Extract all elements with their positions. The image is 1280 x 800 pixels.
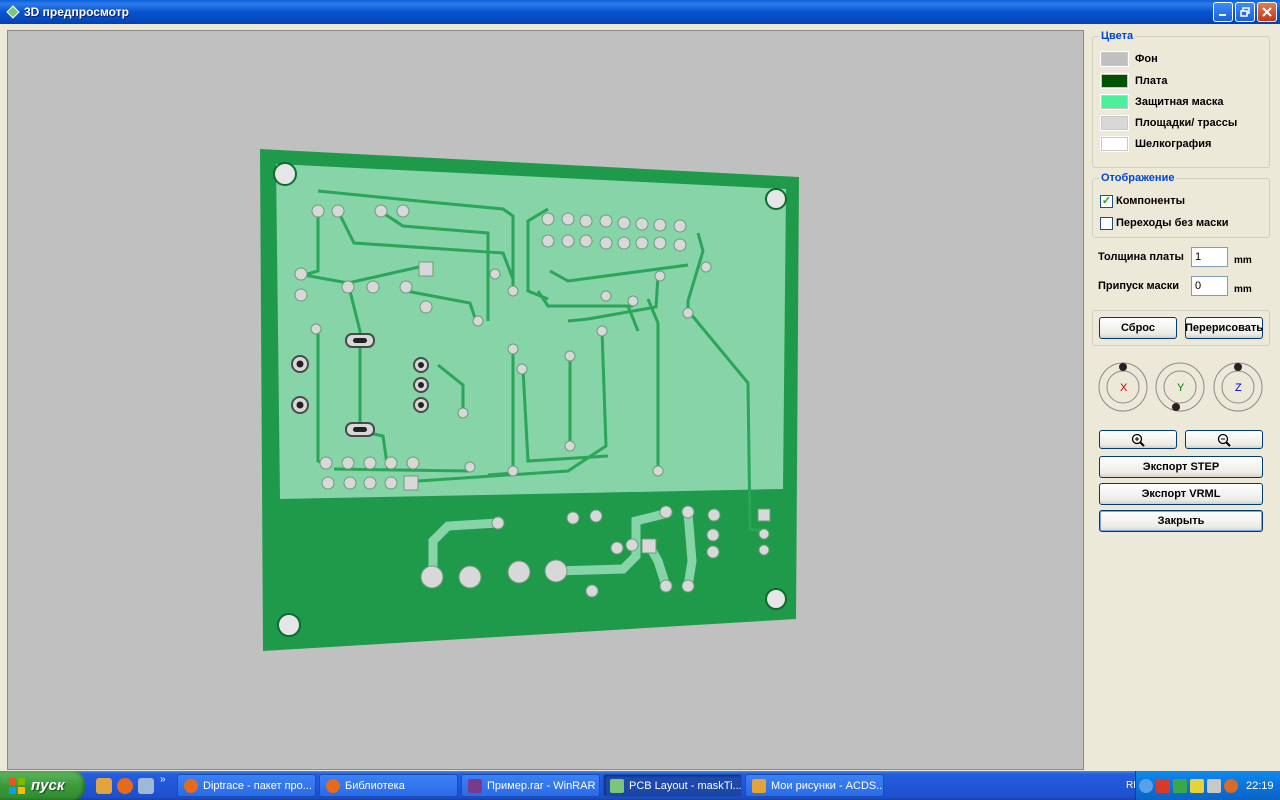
mask-clearance-row: Припуск маски mm [1098, 275, 1252, 297]
axis-y-label: Y [1177, 382, 1185, 394]
colors-group-title: Цвета [1099, 30, 1136, 42]
winrar-icon [468, 778, 482, 793]
swatch-label: Площадки/ трассы [1135, 117, 1238, 129]
swatch-silkscreen[interactable] [1100, 136, 1129, 152]
tray-arrow-icon[interactable] [1139, 778, 1153, 793]
export-step-button[interactable]: Экспорт STEP [1099, 456, 1263, 478]
taskbar: пуск » Diptrace - пакет про... Библиотек… [0, 771, 1280, 800]
tray-volume-icon[interactable] [1207, 778, 1221, 793]
axis-z-label: Z [1235, 382, 1242, 394]
minimize-icon [1219, 14, 1226, 16]
vias-checkbox[interactable] [1100, 216, 1113, 230]
tray-app-icon[interactable] [1173, 778, 1187, 793]
start-button[interactable]: пуск [0, 771, 85, 800]
display-group-title: Отображение [1099, 172, 1177, 184]
axis-x-label: X [1120, 382, 1128, 394]
tray-shield-icon[interactable] [1190, 778, 1204, 793]
task-button[interactable]: Библиотека [319, 774, 458, 797]
colors-group: Цвета Фон Плата Защитная маска Площадки/… [1092, 30, 1270, 168]
quicklaunch-app-icon[interactable] [138, 778, 154, 794]
task-label: Мои рисунки - ACDS... [771, 779, 884, 792]
swatch-label: Фон [1135, 53, 1158, 65]
restore-icon [1240, 7, 1250, 17]
reset-button[interactable]: Сброс [1099, 317, 1177, 339]
redraw-button[interactable]: Перерисовать [1185, 317, 1263, 339]
maximize-button[interactable] [1235, 2, 1255, 22]
vias-checkbox-row[interactable]: Переходы без маски [1100, 216, 1229, 230]
close-icon [1262, 7, 1272, 17]
quicklaunch-acdsee-icon[interactable] [96, 778, 112, 794]
tray-network-icon[interactable] [1156, 778, 1170, 793]
swatch-background[interactable] [1100, 51, 1129, 67]
task-label: Пример.rar - WinRAR [487, 779, 596, 792]
acdsee-icon [752, 778, 766, 793]
board-thickness-input[interactable] [1191, 247, 1228, 267]
windows-logo-icon [9, 777, 25, 794]
color-row-board[interactable]: Плата [1100, 73, 1168, 89]
color-row-pads-traces[interactable]: Площадки/ трассы [1100, 115, 1237, 131]
clock: 22:19 [1246, 779, 1274, 792]
swatch-label: Защитная маска [1135, 96, 1224, 108]
start-label: пуск [31, 777, 65, 794]
swatch-pads-traces[interactable] [1100, 115, 1129, 131]
window-title: 3D предпросмотр [24, 5, 129, 19]
task-label: Библиотека [345, 779, 405, 792]
task-button-active[interactable]: PCB Layout - maskTi... [603, 774, 742, 797]
app-icon [6, 5, 20, 19]
firefox-icon [184, 778, 198, 793]
properties-panel: Цвета Фон Плата Защитная маска Площадки/… [1090, 28, 1276, 770]
swatch-solder-mask[interactable] [1100, 94, 1129, 110]
zoom-out-button[interactable] [1185, 430, 1263, 449]
vias-label: Переходы без маски [1116, 217, 1229, 229]
swatch-board[interactable] [1100, 73, 1129, 89]
zoom-in-button[interactable] [1099, 430, 1177, 449]
diptrace-icon [610, 778, 624, 793]
components-checkbox-row[interactable]: ✓ Компоненты [1100, 194, 1185, 208]
system-tray: 22:19 [1135, 771, 1280, 800]
solder-mask-area [276, 164, 786, 499]
board-thickness-unit: mm [1234, 254, 1252, 266]
firefox-icon [326, 778, 340, 793]
color-row-silkscreen[interactable]: Шелкография [1100, 136, 1211, 152]
swatch-label: Плата [1135, 75, 1168, 87]
task-button[interactable]: Diptrace - пакет про... [177, 774, 316, 797]
3d-viewport[interactable] [7, 30, 1084, 770]
components-checkbox[interactable]: ✓ [1100, 194, 1113, 208]
quicklaunch-more-icon[interactable]: » [160, 774, 166, 785]
zoom-out-icon [1217, 433, 1231, 447]
mask-clearance-unit: mm [1234, 283, 1252, 295]
tray-update-icon[interactable] [1224, 778, 1238, 793]
task-button[interactable]: Пример.rar - WinRAR [461, 774, 600, 797]
board-thickness-row: Толщина платы mm [1098, 246, 1252, 268]
swatch-label: Шелкография [1135, 138, 1212, 150]
pcb-3d-render [260, 149, 799, 651]
task-label: PCB Layout - maskTi... [629, 779, 742, 792]
task-button[interactable]: Мои рисунки - ACDS... [745, 774, 884, 797]
display-group: Отображение ✓ Компоненты Переходы без ма… [1092, 172, 1270, 238]
components-label: Компоненты [1116, 195, 1185, 207]
mask-clearance-label: Припуск маски [1098, 280, 1180, 292]
minimize-button[interactable] [1213, 2, 1233, 22]
color-row-solder-mask[interactable]: Защитная маска [1100, 94, 1224, 110]
mask-clearance-input[interactable] [1191, 276, 1228, 296]
close-window-button[interactable] [1257, 2, 1277, 22]
export-vrml-button[interactable]: Экспорт VRML [1099, 483, 1263, 505]
title-bar: 3D предпросмотр [0, 0, 1280, 24]
task-label: Diptrace - пакет про... [203, 779, 312, 792]
color-row-background[interactable]: Фон [1100, 51, 1158, 67]
close-button[interactable]: Закрыть [1099, 510, 1263, 532]
quicklaunch-firefox-icon[interactable] [117, 778, 133, 794]
zoom-in-icon [1131, 433, 1145, 447]
board-thickness-label: Толщина платы [1098, 251, 1184, 263]
